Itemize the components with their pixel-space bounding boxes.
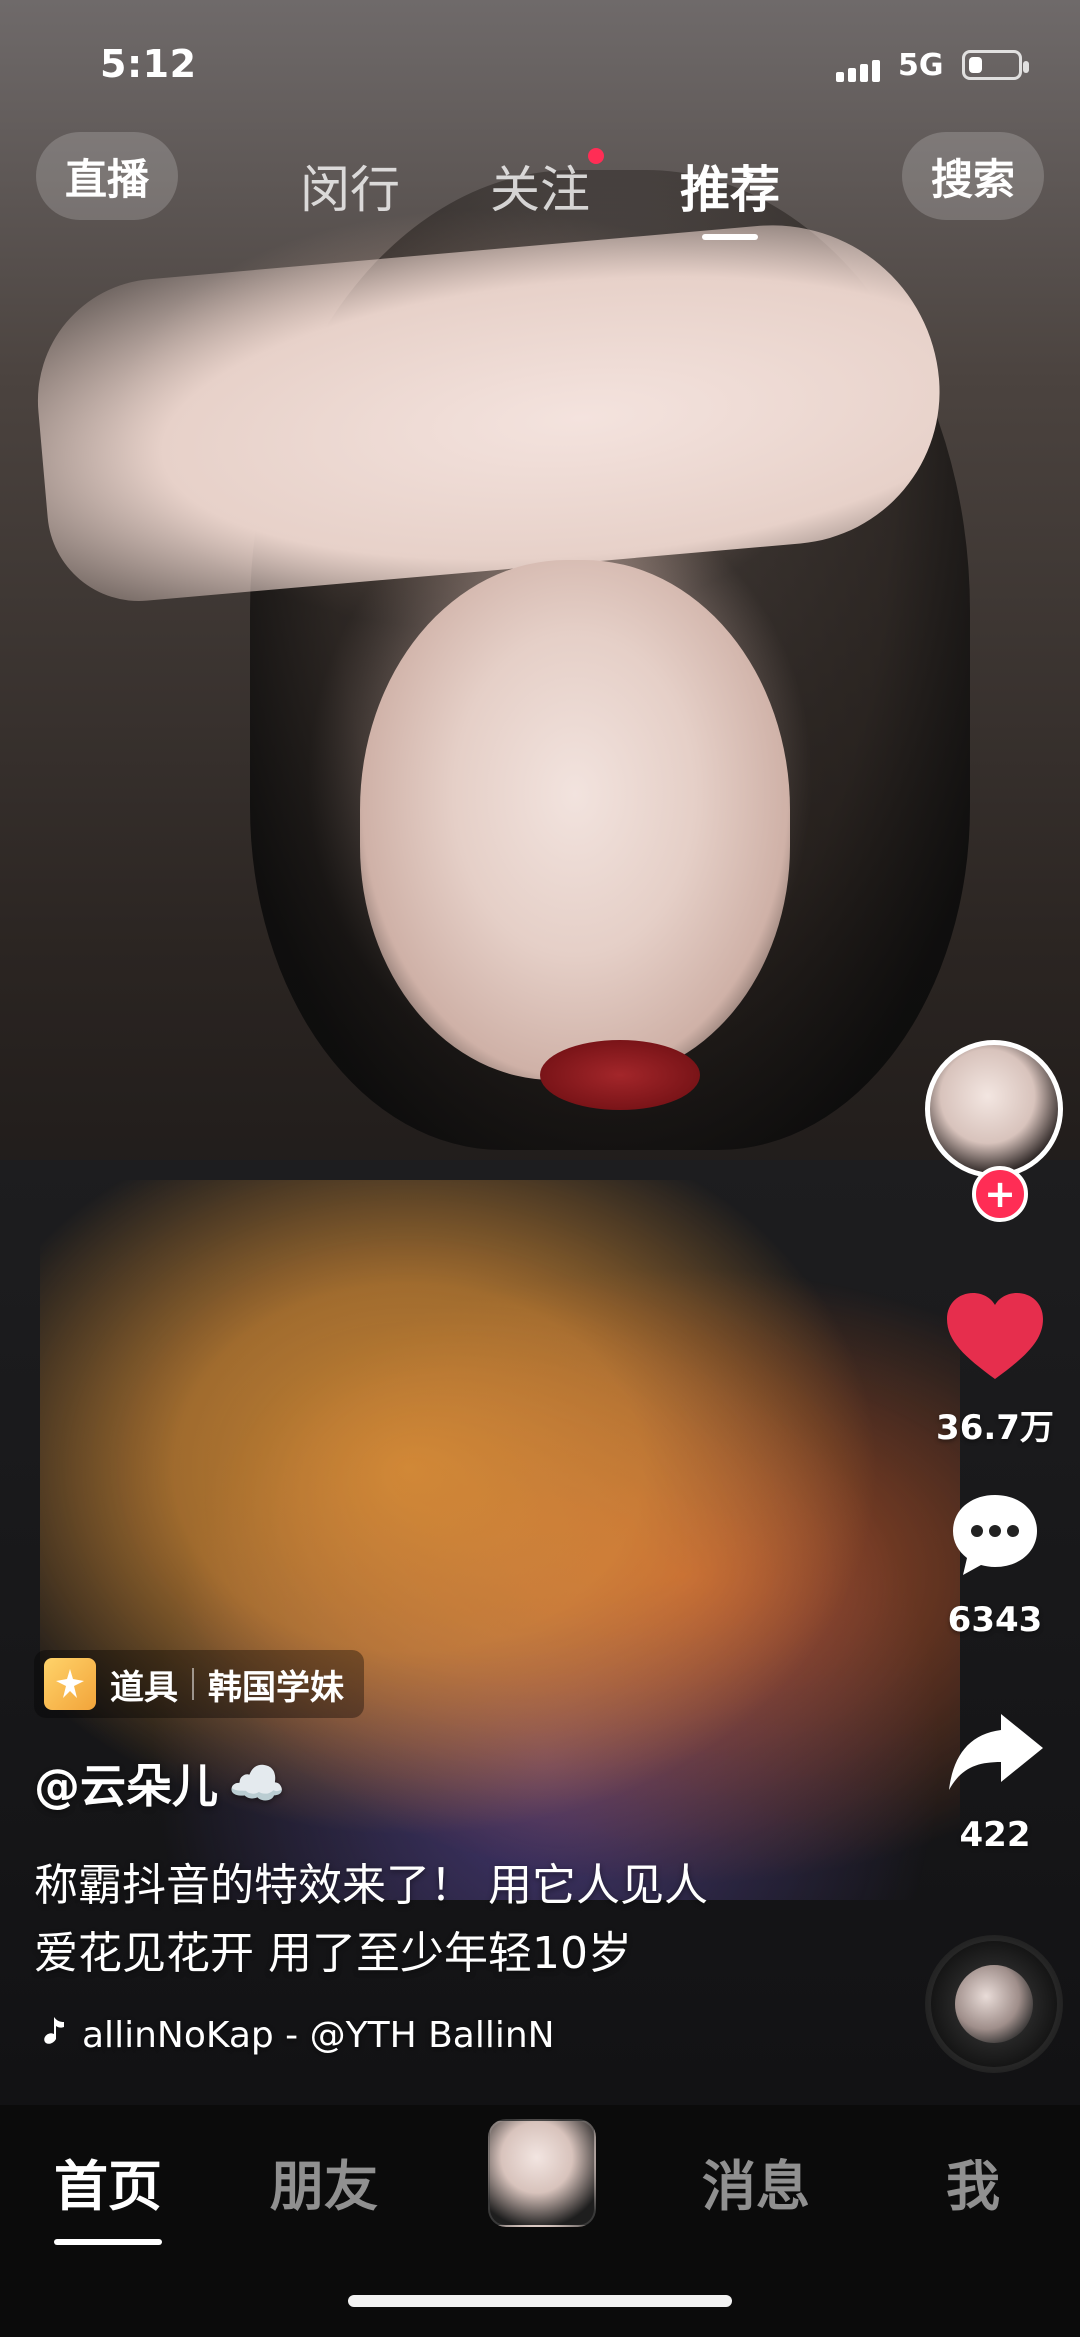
music-link[interactable]: allinNoKap - @YTH BallinN [34,2014,594,2057]
live-button[interactable]: 直播 [36,132,178,220]
comment-count: 6343 [947,1600,1043,1640]
cloud-emoji: ☁️ [228,1755,286,1810]
plus-icon: + [984,1172,1016,1216]
notification-dot [588,148,604,164]
nav-create-button[interactable] [488,2119,596,2227]
nav-friends[interactable]: 朋友 [270,2142,378,2221]
home-indicator [348,2295,732,2307]
music-disc[interactable] [925,1935,1063,2073]
like-button[interactable]: 36.7万 [920,1280,1070,1449]
description-line-2: 爱花见花开 用了至少年轻10岁 [34,1928,632,1979]
description-line-1: 称霸抖音的特效来了！ 用它人见人 [34,1860,708,1911]
nav-messages[interactable]: 消息 [702,2142,810,2221]
music-title: allinNoKap - @YTH BallinN [82,2015,555,2056]
search-button[interactable]: 搜索 [902,132,1044,220]
nav-me[interactable]: 我 [946,2142,1000,2221]
sparkle-icon [44,1658,96,1710]
right-action-bar: + 36.7万 6343 422 [920,1040,1070,2040]
prop-label: 道具 [110,1667,178,1708]
video-content-lips [540,1040,700,1110]
heart-icon [940,1280,1050,1390]
share-icon [940,1695,1050,1805]
video-content-face [360,560,790,1080]
video-description: 称霸抖音的特效来了！ 用它人见人 爱花见花开 用了至少年轻10岁 [34,1852,894,1988]
comment-button[interactable]: 6343 [920,1480,1070,1640]
comment-icon [940,1480,1050,1590]
share-button[interactable]: 422 [920,1695,1070,1855]
prop-badge[interactable]: 道具 韩国学妹 [34,1650,364,1718]
creator-avatar[interactable] [925,1040,1063,1178]
tab-minhang[interactable]: 闵行 [300,150,400,222]
author-handle: @云朵儿 [34,1759,218,1813]
prop-name: 韩国学妹 [208,1667,344,1708]
music-note-icon [34,2014,68,2057]
music-disc-cover [955,1965,1033,2043]
tab-following[interactable]: 关注 [490,150,590,222]
follow-button[interactable]: + [972,1166,1028,1222]
tab-recommended[interactable]: 推荐 [680,150,780,240]
nav-home[interactable]: 首页 [54,2142,162,2245]
prop-divider [192,1668,194,1700]
like-count: 36.7万 [936,1408,1054,1448]
author-name[interactable]: @云朵儿 ☁️ [34,1750,285,1816]
share-count: 422 [959,1815,1031,1855]
